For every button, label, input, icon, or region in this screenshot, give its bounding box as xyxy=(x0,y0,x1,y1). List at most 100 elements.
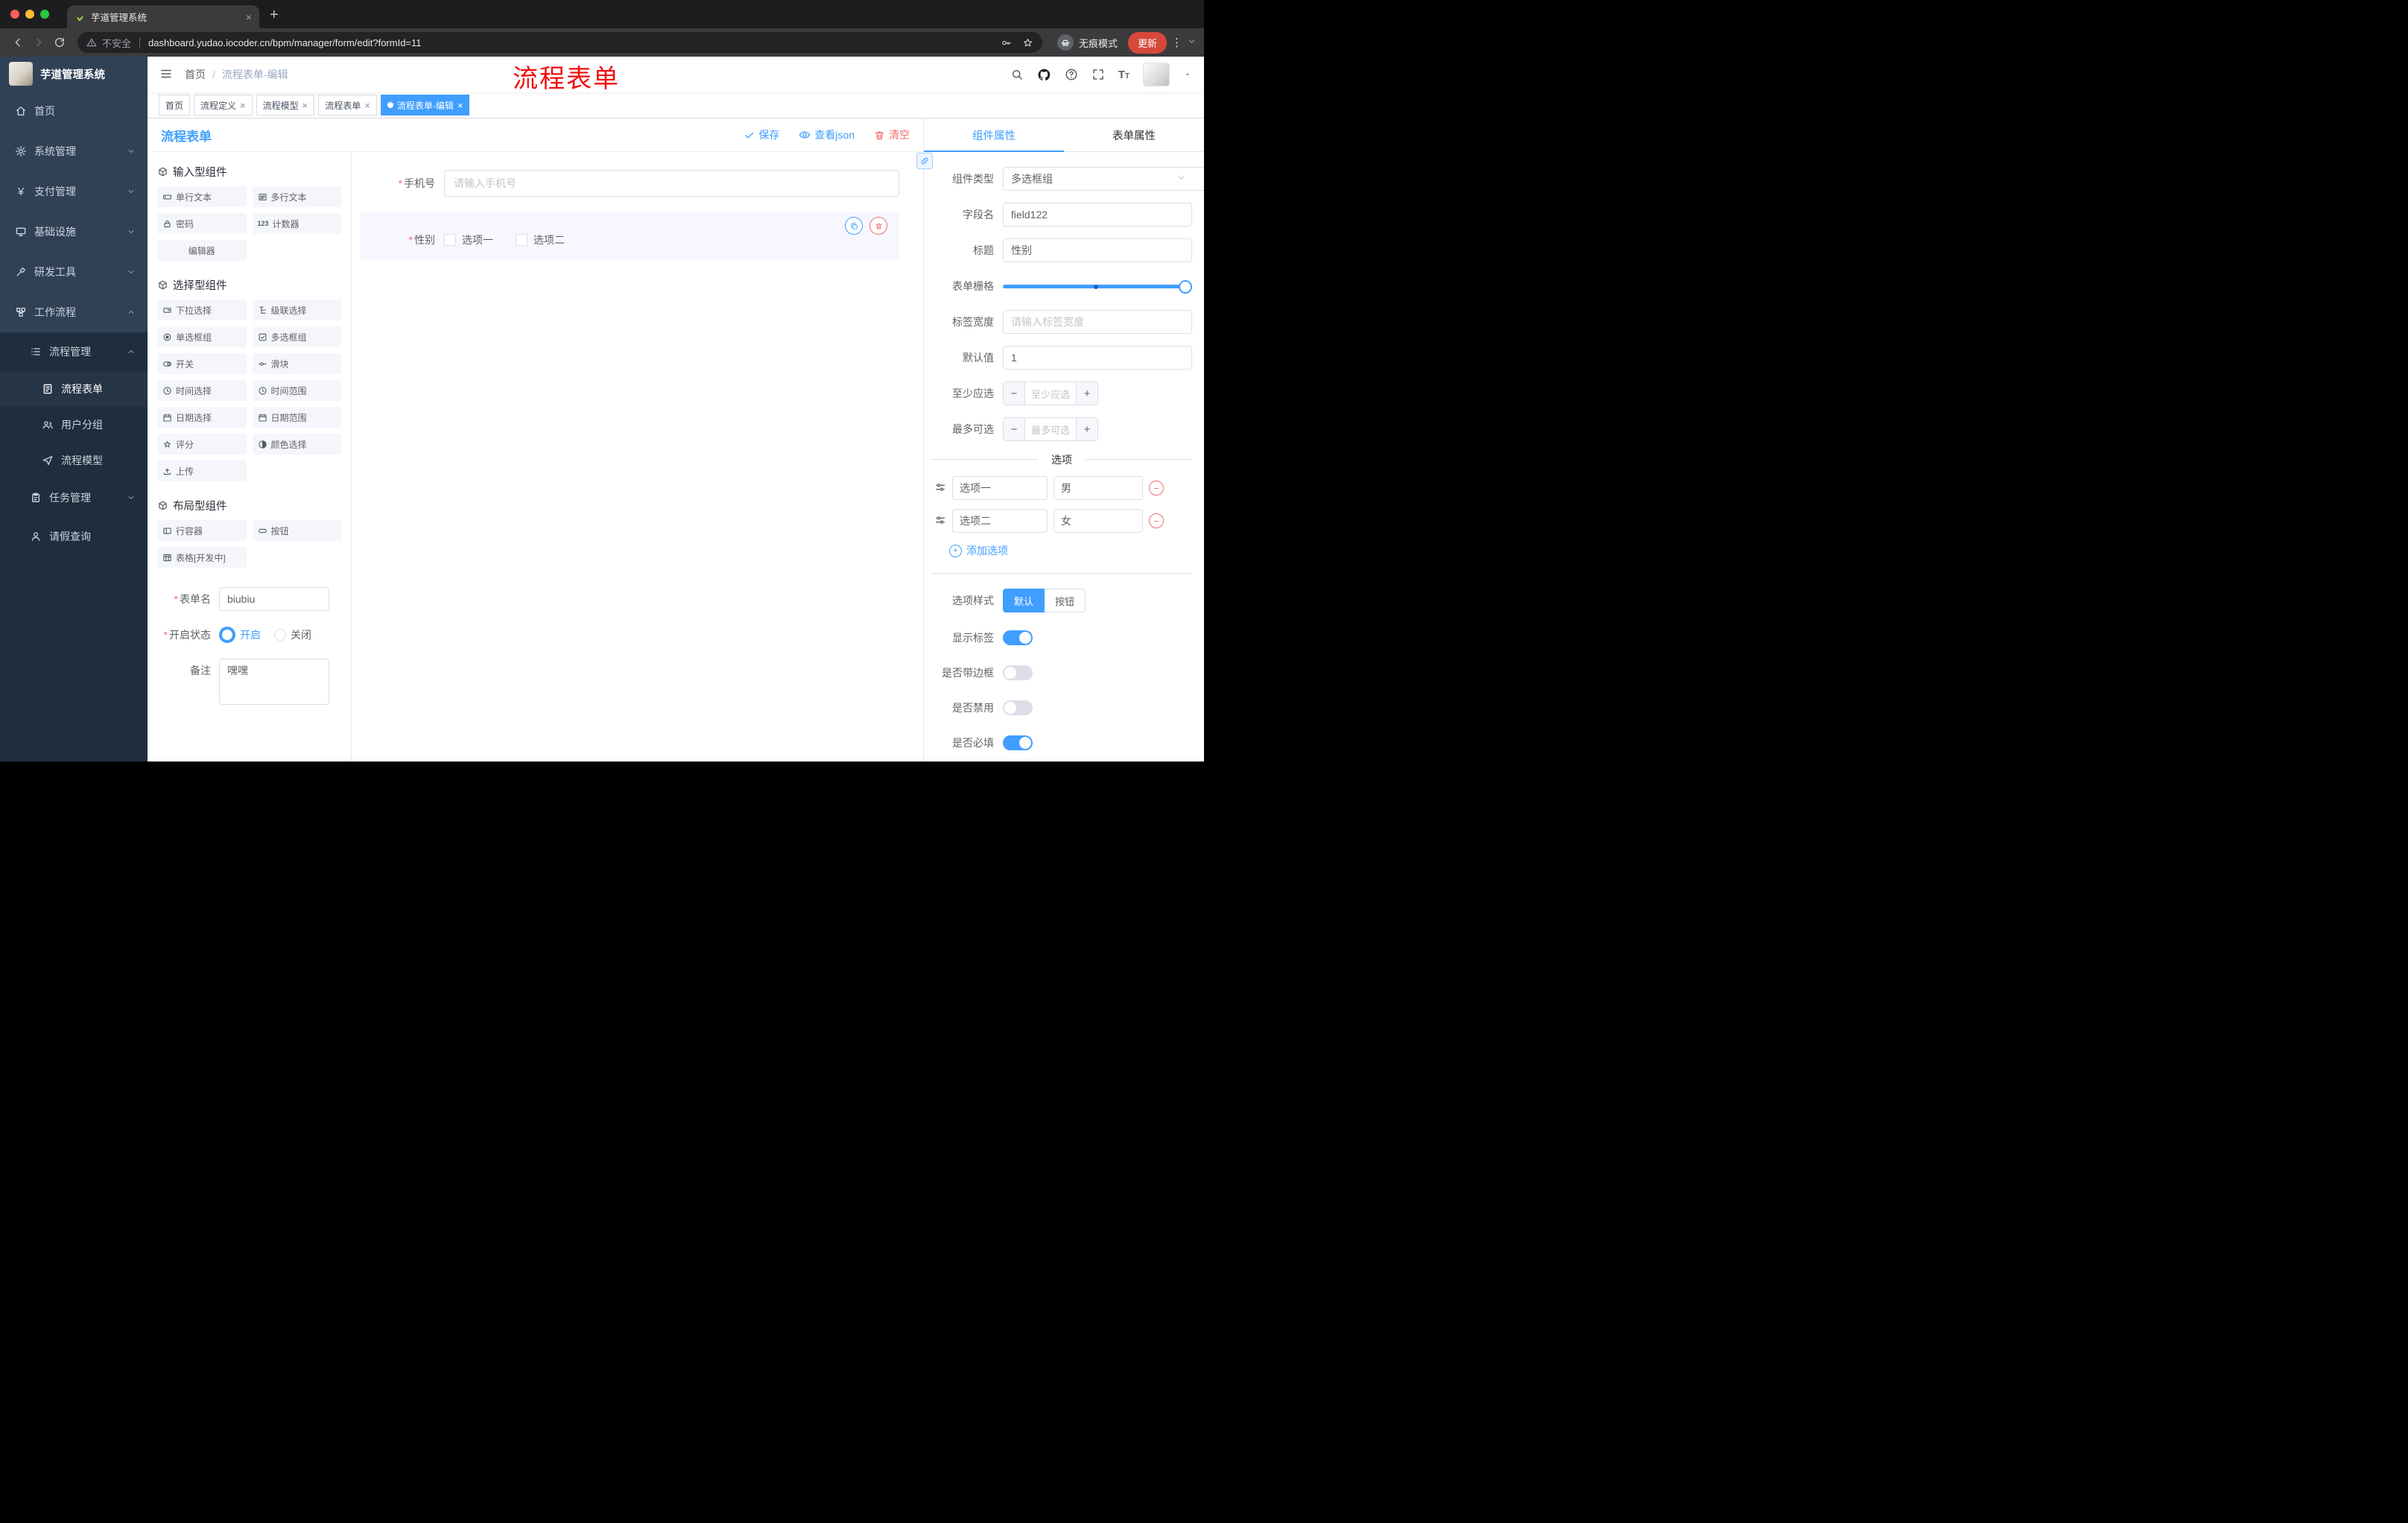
palette-item-editor[interactable]: 编辑器 xyxy=(157,240,247,261)
palette-item-counter[interactable]: 123 计数器 xyxy=(252,213,341,234)
minimize-window-button[interactable] xyxy=(25,10,34,19)
tab-close-icon[interactable]: × xyxy=(246,12,252,22)
add-option-button[interactable]: + 添加选项 xyxy=(949,543,1192,558)
palette-item-switch[interactable]: 开关 xyxy=(157,353,247,374)
drag-handle-icon[interactable] xyxy=(934,481,946,495)
fullscreen-icon[interactable] xyxy=(1091,68,1105,81)
close-window-button[interactable] xyxy=(10,10,19,19)
option1-name-input[interactable] xyxy=(952,476,1048,500)
close-icon[interactable]: × xyxy=(457,101,463,110)
user-avatar[interactable] xyxy=(1143,63,1170,86)
copy-field-button[interactable] xyxy=(845,217,863,235)
sidebar-item-workflow[interactable]: 工作流程 xyxy=(0,292,148,332)
palette-item-slider[interactable]: 滑块 xyxy=(252,353,341,374)
canvas-field-phone[interactable]: * 手机号 xyxy=(361,162,899,204)
phone-input[interactable] xyxy=(444,170,899,197)
label-width-input[interactable] xyxy=(1003,310,1192,334)
clear-button[interactable]: 清空 xyxy=(874,127,910,142)
plus-button[interactable]: + xyxy=(1076,418,1097,440)
sidebar-item-process-form[interactable]: 流程表单 xyxy=(0,371,148,407)
palette-item-time[interactable]: 时间选择 xyxy=(157,380,247,401)
sidebar-item-user-group[interactable]: 用户分组 xyxy=(0,407,148,443)
close-icon[interactable]: × xyxy=(302,101,308,110)
search-icon[interactable] xyxy=(1010,68,1024,81)
gender-option1-checkbox[interactable]: 选项一 xyxy=(444,232,493,247)
palette-item-cascade[interactable]: 级联选择 xyxy=(252,300,341,320)
slider-handle[interactable] xyxy=(1179,280,1192,294)
palette-item-radio-group[interactable]: 单选框组 xyxy=(157,326,247,347)
min-select-value[interactable]: 至少应选 xyxy=(1025,382,1076,405)
caret-down-icon[interactable] xyxy=(1183,70,1192,79)
component-type-select[interactable] xyxy=(1003,167,1204,191)
required-switch[interactable] xyxy=(1003,735,1033,750)
browser-menu-icon[interactable]: ⋮ xyxy=(1171,36,1182,49)
sidebar-item-infra[interactable]: 基础设施 xyxy=(0,212,148,252)
max-select-value[interactable]: 最多可选 xyxy=(1025,418,1076,440)
palette-item-password[interactable]: 密码 xyxy=(157,213,247,234)
disabled-switch[interactable] xyxy=(1003,700,1033,715)
palette-item-table[interactable]: 表格[开发中] xyxy=(157,547,247,568)
close-icon[interactable]: × xyxy=(240,101,246,110)
palette-item-time-range[interactable]: 时间范围 xyxy=(252,380,341,401)
plus-button[interactable]: + xyxy=(1076,382,1097,405)
sidebar-item-system[interactable]: 系统管理 xyxy=(0,131,148,171)
browser-tab[interactable]: 芋道管理系统 × xyxy=(67,5,259,28)
border-switch[interactable] xyxy=(1003,665,1033,680)
chevron-down-icon[interactable] xyxy=(1187,37,1197,48)
sidebar-item-devtools[interactable]: 研发工具 xyxy=(0,252,148,292)
title-input[interactable] xyxy=(1003,238,1192,262)
tab-component-props[interactable]: 组件属性 xyxy=(924,118,1064,152)
canvas-field-gender-selected[interactable]: * 性别 选项一 选项二 xyxy=(361,212,899,261)
tag-process-form-edit[interactable]: 流程表单-编辑 × xyxy=(380,95,470,115)
palette-item-checkbox-group[interactable]: 多选框组 xyxy=(252,326,341,347)
tag-home[interactable]: 首页 xyxy=(159,95,191,115)
status-off-radio[interactable]: 关闭 xyxy=(274,623,311,647)
show-label-switch[interactable] xyxy=(1003,630,1033,645)
reload-button[interactable] xyxy=(49,32,70,53)
breadcrumb-home[interactable]: 首页 xyxy=(185,67,206,82)
address-bar[interactable]: 不安全 dashboard.yudao.iocoder.cn/bpm/manag… xyxy=(77,32,1042,53)
tab-form-props[interactable]: 表单属性 xyxy=(1064,118,1204,151)
update-button[interactable]: 更新 xyxy=(1127,31,1167,54)
delete-field-button[interactable] xyxy=(869,217,887,235)
palette-item-single-text[interactable]: 单行文本 xyxy=(157,186,247,207)
palette-item-date[interactable]: 日期选择 xyxy=(157,407,247,428)
minus-button[interactable]: − xyxy=(1004,418,1025,440)
maximize-window-button[interactable] xyxy=(40,10,49,19)
font-size-icon[interactable]: TT xyxy=(1118,69,1129,81)
status-on-radio[interactable]: 开启 xyxy=(219,623,261,647)
remove-option-icon[interactable]: − xyxy=(1149,513,1164,528)
sidebar-item-process-model[interactable]: 流程模型 xyxy=(0,443,148,478)
help-icon[interactable] xyxy=(1065,68,1078,81)
palette-item-multi-text[interactable]: 多行文本 xyxy=(252,186,341,207)
field-name-input[interactable] xyxy=(1003,203,1192,227)
palette-item-row-container[interactable]: 行容器 xyxy=(157,520,247,541)
back-button[interactable] xyxy=(7,32,28,53)
minus-button[interactable]: − xyxy=(1004,382,1025,405)
palette-item-rate[interactable]: 评分 xyxy=(157,434,247,455)
sidebar-item-process-mgmt[interactable]: 流程管理 xyxy=(0,332,148,371)
option1-value-input[interactable] xyxy=(1054,476,1143,500)
hamburger-icon[interactable] xyxy=(159,67,173,83)
tag-process-definition[interactable]: 流程定义 × xyxy=(194,95,253,115)
new-tab-button[interactable]: + xyxy=(270,7,279,22)
forward-button[interactable] xyxy=(28,32,49,53)
bookmark-star-icon[interactable] xyxy=(1022,37,1033,48)
grid-slider[interactable] xyxy=(1003,274,1192,298)
palette-item-upload[interactable]: 上传 xyxy=(157,460,247,481)
link-icon[interactable] xyxy=(916,153,933,169)
save-button[interactable]: 保存 xyxy=(744,127,779,142)
sidebar-item-payment[interactable]: ¥ 支付管理 xyxy=(0,171,148,212)
view-json-button[interactable]: 查看json xyxy=(799,127,855,142)
password-key-icon[interactable] xyxy=(1001,37,1012,48)
palette-item-button[interactable]: 按钮 xyxy=(252,520,341,541)
style-default-button[interactable]: 默认 xyxy=(1003,589,1045,612)
option2-value-input[interactable] xyxy=(1054,509,1143,533)
palette-item-color[interactable]: 颜色选择 xyxy=(252,434,341,455)
close-icon[interactable]: × xyxy=(364,101,370,110)
sidebar-item-task-mgmt[interactable]: 任务管理 xyxy=(0,478,148,517)
default-value-input[interactable] xyxy=(1003,346,1192,370)
palette-item-date-range[interactable]: 日期范围 xyxy=(252,407,341,428)
form-remark-textarea[interactable]: 嘿嘿 xyxy=(219,659,329,705)
sidebar-item-home[interactable]: 首页 xyxy=(0,91,148,131)
